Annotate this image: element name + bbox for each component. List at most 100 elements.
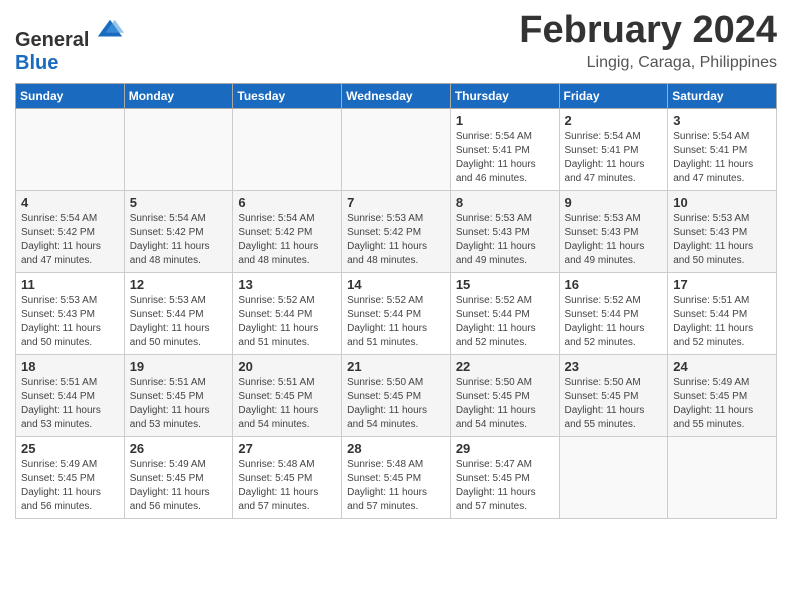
calendar-week-row: 11Sunrise: 5:53 AMSunset: 5:43 PMDayligh…	[16, 273, 777, 355]
day-info: Sunrise: 5:50 AMSunset: 5:45 PMDaylight:…	[456, 376, 554, 432]
calendar-cell: 8 Sunrise: 5:53 AMSunset: 5:43 PMDaylight…	[450, 191, 559, 273]
calendar-cell: 7 Sunrise: 5:53 AMSunset: 5:42 PMDaylight…	[342, 191, 451, 273]
day-info: Sunrise: 5:51 AMSunset: 5:45 PMDaylight:…	[238, 376, 336, 432]
calendar-cell: 25 Sunrise: 5:49 AMSunset: 5:45 PMDayligh…	[16, 437, 125, 519]
calendar-header-row: SundayMondayTuesdayWednesdayThursdayFrid…	[16, 84, 777, 109]
calendar-week-row: 25 Sunrise: 5:49 AMSunset: 5:45 PMDayligh…	[16, 437, 777, 519]
column-header-sunday: Sunday	[16, 84, 125, 109]
calendar-cell: 22 Sunrise: 5:50 AMSunset: 5:45 PMDayligh…	[450, 355, 559, 437]
calendar-cell	[668, 437, 777, 519]
calendar-table: SundayMondayTuesdayWednesdayThursdayFrid…	[15, 83, 777, 519]
day-number: 7	[347, 195, 445, 210]
day-info: Sunrise: 5:54 AMSunset: 5:41 PMDaylight:…	[673, 130, 771, 186]
logo-text: General Blue	[15, 18, 124, 75]
logo: General Blue	[15, 18, 124, 75]
day-number: 29	[456, 441, 554, 456]
calendar-cell	[233, 109, 342, 191]
day-number: 24	[673, 359, 771, 374]
day-number: 21	[347, 359, 445, 374]
calendar-cell: 2Sunrise: 5:54 AMSunset: 5:41 PMDaylight…	[559, 109, 668, 191]
day-info: Sunrise: 5:53 AMSunset: 5:44 PMDaylight:…	[130, 294, 228, 350]
day-number: 15	[456, 277, 554, 292]
day-number: 5	[130, 195, 228, 210]
logo-general: General	[15, 29, 89, 51]
calendar-week-row: 1 Sunrise: 5:54 AMSunset: 5:41 PMDaylight…	[16, 109, 777, 191]
day-number: 14	[347, 277, 445, 292]
calendar-cell	[124, 109, 233, 191]
calendar-cell: 18Sunrise: 5:51 AMSunset: 5:44 PMDayligh…	[16, 355, 125, 437]
calendar-cell: 11Sunrise: 5:53 AMSunset: 5:43 PMDayligh…	[16, 273, 125, 355]
calendar-cell: 19 Sunrise: 5:51 AMSunset: 5:45 PMDayligh…	[124, 355, 233, 437]
day-info: Sunrise: 5:51 AMSunset: 5:45 PMDaylight:…	[130, 376, 228, 432]
day-info: Sunrise: 5:54 AMSunset: 5:41 PMDaylight:…	[456, 130, 554, 186]
day-info: Sunrise: 5:53 AMSunset: 5:42 PMDaylight:…	[347, 212, 445, 268]
column-header-thursday: Thursday	[450, 84, 559, 109]
calendar-cell: 21 Sunrise: 5:50 AMSunset: 5:45 PMDayligh…	[342, 355, 451, 437]
day-info: Sunrise: 5:50 AMSunset: 5:45 PMDaylight:…	[347, 376, 445, 432]
calendar-cell: 16 Sunrise: 5:52 AMSunset: 5:44 PMDayligh…	[559, 273, 668, 355]
day-info: Sunrise: 5:49 AMSunset: 5:45 PMDaylight:…	[130, 458, 228, 514]
day-info: Sunrise: 5:47 AMSunset: 5:45 PMDaylight:…	[456, 458, 554, 514]
calendar-cell: 15 Sunrise: 5:52 AMSunset: 5:44 PMDayligh…	[450, 273, 559, 355]
calendar-cell: 4Sunrise: 5:54 AMSunset: 5:42 PMDaylight…	[16, 191, 125, 273]
calendar-cell: 9 Sunrise: 5:53 AMSunset: 5:43 PMDaylight…	[559, 191, 668, 273]
calendar-cell	[342, 109, 451, 191]
day-number: 17	[673, 277, 771, 292]
day-number: 9	[565, 195, 663, 210]
logo-blue: Blue	[15, 52, 58, 74]
day-info: Sunrise: 5:52 AMSunset: 5:44 PMDaylight:…	[347, 294, 445, 350]
calendar-cell: 5 Sunrise: 5:54 AMSunset: 5:42 PMDaylight…	[124, 191, 233, 273]
day-number: 28	[347, 441, 445, 456]
day-info: Sunrise: 5:53 AMSunset: 5:43 PMDaylight:…	[565, 212, 663, 268]
calendar-cell: 1 Sunrise: 5:54 AMSunset: 5:41 PMDaylight…	[450, 109, 559, 191]
day-number: 12	[130, 277, 228, 292]
day-info: Sunrise: 5:52 AMSunset: 5:44 PMDaylight:…	[238, 294, 336, 350]
day-number: 13	[238, 277, 336, 292]
day-info: Sunrise: 5:48 AMSunset: 5:45 PMDaylight:…	[238, 458, 336, 514]
calendar-cell: 20 Sunrise: 5:51 AMSunset: 5:45 PMDayligh…	[233, 355, 342, 437]
day-number: 3	[673, 113, 771, 128]
day-info: Sunrise: 5:49 AMSunset: 5:45 PMDaylight:…	[673, 376, 771, 432]
day-info: Sunrise: 5:54 AMSunset: 5:42 PMDaylight:…	[238, 212, 336, 268]
calendar-week-row: 18Sunrise: 5:51 AMSunset: 5:44 PMDayligh…	[16, 355, 777, 437]
calendar-cell: 29 Sunrise: 5:47 AMSunset: 5:45 PMDayligh…	[450, 437, 559, 519]
calendar-cell: 23 Sunrise: 5:50 AMSunset: 5:45 PMDayligh…	[559, 355, 668, 437]
day-number: 8	[456, 195, 554, 210]
day-info: Sunrise: 5:52 AMSunset: 5:44 PMDaylight:…	[456, 294, 554, 350]
day-info: Sunrise: 5:53 AMSunset: 5:43 PMDaylight:…	[456, 212, 554, 268]
page-header: General Blue February 2024 Lingig, Carag…	[15, 10, 777, 75]
day-info: Sunrise: 5:53 AMSunset: 5:43 PMDaylight:…	[673, 212, 771, 268]
day-number: 11	[21, 277, 119, 292]
day-number: 25	[21, 441, 119, 456]
day-number: 1	[456, 113, 554, 128]
calendar-cell: 28Sunrise: 5:48 AMSunset: 5:45 PMDayligh…	[342, 437, 451, 519]
logo-icon	[96, 16, 124, 44]
day-number: 2	[565, 113, 663, 128]
column-header-wednesday: Wednesday	[342, 84, 451, 109]
day-info: Sunrise: 5:50 AMSunset: 5:45 PMDaylight:…	[565, 376, 663, 432]
column-header-monday: Monday	[124, 84, 233, 109]
day-info: Sunrise: 5:51 AMSunset: 5:44 PMDaylight:…	[21, 376, 119, 432]
day-number: 16	[565, 277, 663, 292]
calendar-cell: 24 Sunrise: 5:49 AMSunset: 5:45 PMDayligh…	[668, 355, 777, 437]
calendar-cell	[16, 109, 125, 191]
day-number: 4	[21, 195, 119, 210]
location-title: Lingig, Caraga, Philippines	[519, 54, 777, 72]
day-info: Sunrise: 5:51 AMSunset: 5:44 PMDaylight:…	[673, 294, 771, 350]
day-info: Sunrise: 5:54 AMSunset: 5:42 PMDaylight:…	[130, 212, 228, 268]
calendar-cell: 6 Sunrise: 5:54 AMSunset: 5:42 PMDaylight…	[233, 191, 342, 273]
day-number: 19	[130, 359, 228, 374]
day-number: 6	[238, 195, 336, 210]
calendar-week-row: 4 Sunrise: 5:54 AMSunset: 5:42 PMDaylight…	[16, 191, 777, 273]
calendar-cell: 3 Sunrise: 5:54 AMSunset: 5:41 PMDaylight…	[668, 109, 777, 191]
day-info: Sunrise: 5:49 AMSunset: 5:45 PMDaylight:…	[21, 458, 119, 514]
calendar-cell: 10Sunrise: 5:53 AMSunset: 5:43 PMDayligh…	[668, 191, 777, 273]
title-area: February 2024 Lingig, Caraga, Philippine…	[519, 10, 777, 72]
day-number: 23	[565, 359, 663, 374]
calendar-cell: 14 Sunrise: 5:52 AMSunset: 5:44 PMDayligh…	[342, 273, 451, 355]
day-info: Sunrise: 5:52 AMSunset: 5:44 PMDaylight:…	[565, 294, 663, 350]
column-header-saturday: Saturday	[668, 84, 777, 109]
calendar-cell: 13 Sunrise: 5:52 AMSunset: 5:44 PMDayligh…	[233, 273, 342, 355]
day-number: 22	[456, 359, 554, 374]
day-number: 20	[238, 359, 336, 374]
